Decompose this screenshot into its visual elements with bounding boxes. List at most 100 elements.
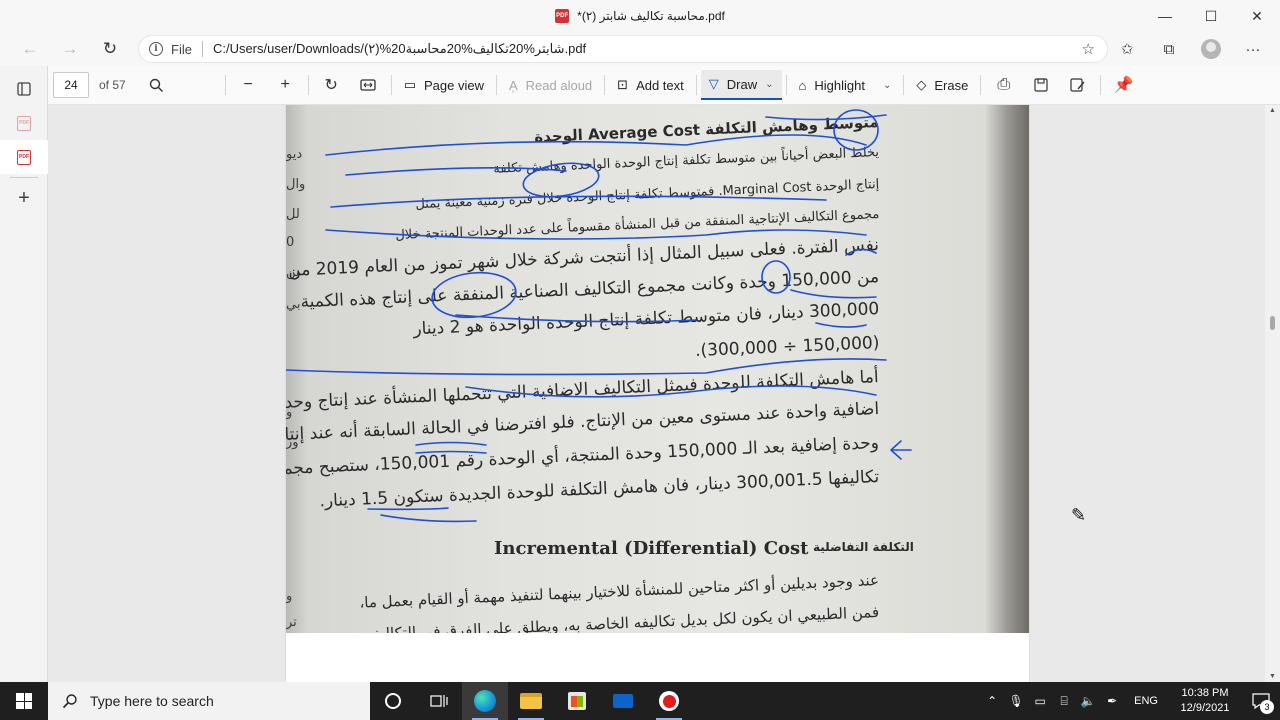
add-text-icon: ⊡ [617,77,629,92]
clock[interactable]: 10:38 PM 12/9/2021 [1168,686,1242,716]
highlight-button[interactable]: ⌂ Highlight ⌄ [791,70,900,100]
add-favorite-icon[interactable]: ☆ [1082,40,1095,58]
taskbar-file-explorer[interactable] [508,682,554,720]
battery-icon[interactable]: ▭ [1028,682,1052,720]
task-view-button[interactable] [416,682,462,720]
taskbar-recorder[interactable] [646,682,692,720]
erase-button[interactable]: ◇ Erase [908,70,976,100]
pdf-page[interactable]: ديو وال لل 0 ين بي و ور و تر متوسط وهامش… [286,105,1086,682]
url-field[interactable]: i File C:/Users/user/Downloads/(٢)%20شاب… [138,35,1108,63]
scrollbar-thumb[interactable] [1270,316,1275,330]
mail-icon [613,694,633,708]
fragment: وال [286,177,306,192]
scroll-down-arrow-icon[interactable]: ▼ [1269,673,1276,680]
file-scheme-label: File [171,41,192,57]
toolbar-separator [695,75,697,95]
pdf-tab-icon: PDF [17,149,31,165]
draw-button[interactable]: ▽ Draw ⌄ [700,70,782,100]
panel-icon [17,82,31,96]
toolbar-separator [903,75,905,95]
start-button[interactable] [0,682,48,720]
refresh-button[interactable]: ↻ [90,34,130,64]
pin-toolbar-icon[interactable]: 📌 [1105,70,1142,100]
taskbar-store[interactable] [554,682,600,720]
search-icon[interactable] [138,70,175,100]
toolbar-separator [1100,75,1102,95]
favorites-icon[interactable]: ✩ [1106,34,1148,64]
text-line: يخلط البعض أحياناً بين متوسط تكلفة إنتاج… [493,145,880,177]
zoom-out-icon[interactable]: − [230,70,267,100]
zoom-in-icon[interactable]: + [267,70,304,100]
rotate-icon[interactable]: ↻ [313,70,350,100]
read-aloud-button[interactable]: A᷊ Read aloud [501,70,600,100]
site-info-icon[interactable]: i [149,42,163,56]
print-icon[interactable]: ⎙ [985,70,1022,100]
microphone-icon[interactable]: 🎙 [1004,682,1028,720]
draw-pen-icon: ▽ [708,76,719,91]
pdf-document-area[interactable]: ديو وال لل 0 ين بي و ور و تر متوسط وهامش… [49,105,1265,682]
read-aloud-icon: A᷊ [508,77,518,93]
text-line: (150,000 ÷ 300,000). [694,333,880,362]
tab-actions-icon[interactable] [0,72,48,106]
text-line: إنتاج الوحدة Marginal Cost. فمتوسط تكلفة… [414,177,880,213]
page-view-icon: ▭ [403,77,416,92]
vertical-tabs-sidebar: PDF PDF + [0,66,48,682]
save-icon[interactable] [1022,70,1059,100]
highlight-chevron-down-icon[interactable]: ⌄ [883,80,891,91]
taskbar-edge[interactable] [462,682,508,720]
add-text-button[interactable]: ⊡ Add text [609,70,692,100]
forward-button[interactable]: → [50,34,90,64]
taskbar-search[interactable]: Type here to search [48,682,370,720]
toolbar-separator [495,75,497,95]
search-placeholder: Type here to search [90,693,214,709]
window-controls: — ☐ ✕ [1142,0,1280,32]
close-button[interactable]: ✕ [1234,0,1280,32]
add-text-label: Add text [636,77,684,93]
new-tab-button[interactable]: + [0,181,48,215]
settings-menu-icon[interactable]: ··· [1232,34,1274,64]
minimize-button[interactable]: — [1142,0,1188,32]
sidebar-divider [10,177,38,178]
scroll-up-arrow-icon[interactable]: ▲ [1269,107,1276,114]
page-total: of 57 [99,78,126,92]
volume-icon[interactable]: 🔈 [1076,682,1100,720]
edge-icon [474,690,496,712]
collections-icon[interactable]: ⧉ [1148,34,1190,64]
vertical-scrollbar[interactable]: ▲ ▼ [1265,105,1280,682]
page-number-input[interactable]: 24 [53,72,89,98]
clock-date: 12/9/2021 [1180,702,1230,714]
back-button[interactable]: ← [10,34,50,64]
chevron-up-icon[interactable]: ⌃ [980,682,1004,720]
text-line: 300,000 دينار، فان متوسط تكلفة إنتاج الو… [412,299,880,340]
magnifier-icon [149,78,163,92]
network-icon[interactable]: ⌸ [1052,682,1076,720]
taskbar-mail[interactable] [600,682,646,720]
cortana-circle-icon [385,693,401,709]
profile-button[interactable] [1190,34,1232,64]
fragment: ديو [286,147,303,162]
draw-chevron-down-icon[interactable]: ⌄ [765,79,773,90]
highlighter-icon: ⌂ [798,77,807,93]
scanned-page-image: ديو وال لل 0 ين بي و ور و تر متوسط وهامش… [286,105,1029,633]
tab-pdf-1[interactable]: PDF [0,106,48,140]
pdf-toolbar: 24 of 57 − + ↻ ▭ Page view A᷊ Read aloud… [48,66,1280,105]
floppy-pen-icon [1070,78,1085,92]
notification-center-button[interactable]: 3 [1242,682,1280,720]
save-as-icon[interactable] [1059,70,1096,100]
fit-to-page-icon[interactable] [350,70,387,100]
page-view-button[interactable]: ▭ Page view [396,70,492,100]
cortana-button[interactable] [370,682,416,720]
windows-taskbar: Type here to search ⌃ 🎙 ▭ ⌸ 🔈 ✒ ENG 10:3… [0,682,1280,720]
maximize-button[interactable]: ☐ [1188,0,1234,32]
language-indicator[interactable]: ENG [1124,695,1168,707]
floppy-icon [1034,78,1048,92]
draw-label: Draw [726,76,758,92]
text-line: متوسط وهامش التكلفة Average Cost الوحدة [534,113,880,147]
search-icon [62,694,77,709]
address-bar: ← → ↻ i File C:/Users/user/Downloads/(٢)… [0,32,1280,66]
tab-pdf-active[interactable]: PDF [0,140,48,174]
pen-workspace-icon[interactable]: ✒ [1100,682,1124,720]
url-text[interactable]: C:/Users/user/Downloads/(٢)%20شابتر%20تك… [213,41,586,57]
toolbar-separator [307,75,309,95]
fragment: لل [286,207,300,222]
